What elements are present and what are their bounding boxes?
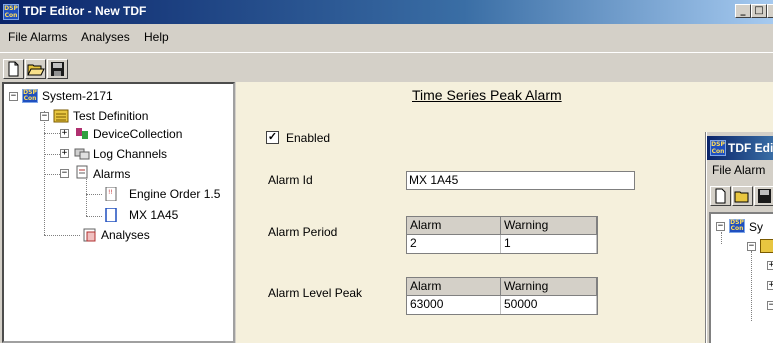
close-icon[interactable]	[767, 4, 773, 18]
alarms-icon	[74, 165, 90, 179]
alarm-period-label: Alarm Period	[268, 225, 338, 239]
second-editor-window[interactable]: DSP Con TDF Edi File Alarm − DSP Con Sy …	[706, 132, 773, 343]
collapse-icon[interactable]: −	[767, 301, 773, 310]
menu-alarms[interactable]: Alarms	[30, 30, 67, 44]
tree-line	[44, 133, 60, 134]
menu-bar: File Alarms Analyses Help	[0, 24, 773, 52]
grid-cell-warning[interactable]: 1	[501, 235, 597, 253]
tree-line	[44, 111, 45, 235]
expand-icon[interactable]: +	[60, 129, 69, 138]
expand-icon[interactable]: +	[60, 149, 69, 158]
tree-line	[86, 216, 102, 217]
save-disk-icon	[758, 189, 771, 203]
tree-item-label: Log Channels	[93, 147, 168, 161]
minimize-icon[interactable]: _	[735, 4, 751, 18]
open-folder-icon	[734, 191, 749, 203]
alarm-period-grid[interactable]: Alarm Warning 2 1	[406, 216, 598, 254]
new-document-icon	[8, 61, 19, 77]
expand-icon[interactable]: +	[767, 261, 773, 270]
test-definition-icon	[53, 109, 69, 123]
tree-line	[44, 154, 60, 155]
new-button[interactable]	[710, 186, 731, 206]
grid-cell-alarm[interactable]: 63000	[407, 296, 501, 314]
svg-text:!!: !!	[108, 189, 113, 196]
tree-item-label: Engine Order 1.5	[129, 187, 221, 201]
enabled-checkbox[interactable]: ✓	[266, 131, 279, 144]
new-button[interactable]	[3, 59, 24, 79]
tree-line	[44, 235, 80, 236]
second-window-title: TDF Edi	[728, 141, 773, 155]
tree-item-label: Test Definition	[73, 109, 149, 123]
alarm-document-icon	[103, 207, 119, 223]
collapse-icon[interactable]: −	[9, 92, 18, 101]
menu-file[interactable]: File	[712, 163, 731, 177]
open-button[interactable]	[732, 186, 753, 206]
alarm-id-field[interactable]: MX 1A45	[406, 171, 635, 190]
collapse-icon[interactable]: −	[716, 222, 725, 231]
grid-cell-alarm[interactable]: 2	[407, 235, 501, 253]
collapse-icon[interactable]: −	[40, 112, 49, 121]
open-button[interactable]	[25, 59, 46, 79]
maximize-icon[interactable]: □	[751, 4, 767, 18]
device-collection-icon	[74, 126, 90, 140]
save-button[interactable]	[47, 59, 68, 79]
toolbar	[0, 52, 773, 82]
test-definition-icon	[760, 239, 773, 253]
save-button[interactable]	[754, 186, 773, 206]
menu-file[interactable]: File	[8, 30, 27, 44]
system-icon: DSP Con	[22, 89, 38, 103]
alarm-level-peak-label: Alarm Level Peak	[268, 286, 363, 300]
collapse-icon[interactable]: −	[747, 242, 756, 251]
grid-header-warning: Warning	[501, 217, 597, 235]
app-icon: DSP Con	[710, 140, 726, 156]
menu-help[interactable]: Help	[144, 30, 169, 44]
tree-line	[86, 194, 102, 195]
grid-cell-warning[interactable]: 50000	[501, 296, 597, 314]
title-bar: DSP Con TDF Editor - New TDF _ □	[0, 0, 773, 24]
tree-item-system[interactable]: Sy	[749, 220, 763, 234]
tree-line	[751, 251, 752, 321]
tree-item-label: Analyses	[101, 228, 150, 242]
grid-header-alarm: Alarm	[407, 217, 501, 235]
tree-view[interactable]: − DSP Con System-2171 − Test Definition …	[2, 82, 235, 343]
analyses-icon	[82, 228, 98, 242]
enabled-label: Enabled	[286, 131, 331, 145]
window-title: TDF Editor - New TDF	[23, 4, 147, 18]
open-folder-icon	[27, 64, 45, 76]
app-icon: DSP Con	[3, 4, 19, 20]
second-tree-view[interactable]: − DSP Con Sy − + + −	[709, 212, 773, 343]
tree-line	[44, 174, 60, 175]
log-channels-icon	[74, 146, 90, 160]
second-title-bar: DSP Con TDF Edi	[707, 136, 773, 160]
alarm-document-icon: !!	[103, 186, 119, 202]
alarm-id-label: Alarm Id	[268, 173, 313, 187]
expand-icon[interactable]: +	[767, 281, 773, 290]
panel-title: Time Series Peak Alarm	[412, 87, 562, 103]
grid-header-warning: Warning	[501, 278, 597, 296]
tree-item-label: System-2171	[42, 89, 113, 103]
system-icon: DSP Con	[729, 219, 745, 233]
save-disk-icon	[51, 62, 64, 76]
alarm-level-peak-grid[interactable]: Alarm Warning 63000 50000	[406, 277, 598, 315]
tree-line	[721, 232, 722, 244]
collapse-icon[interactable]: −	[60, 169, 69, 178]
menu-alarms[interactable]: Alarm	[734, 163, 765, 177]
new-document-icon	[715, 188, 726, 204]
tree-item-label: DeviceCollection	[93, 127, 183, 141]
menu-analyses[interactable]: Analyses	[81, 30, 130, 44]
tree-item-label: Alarms	[93, 167, 131, 181]
tree-item-label: MX 1A45	[129, 208, 179, 222]
grid-header-alarm: Alarm	[407, 278, 501, 296]
